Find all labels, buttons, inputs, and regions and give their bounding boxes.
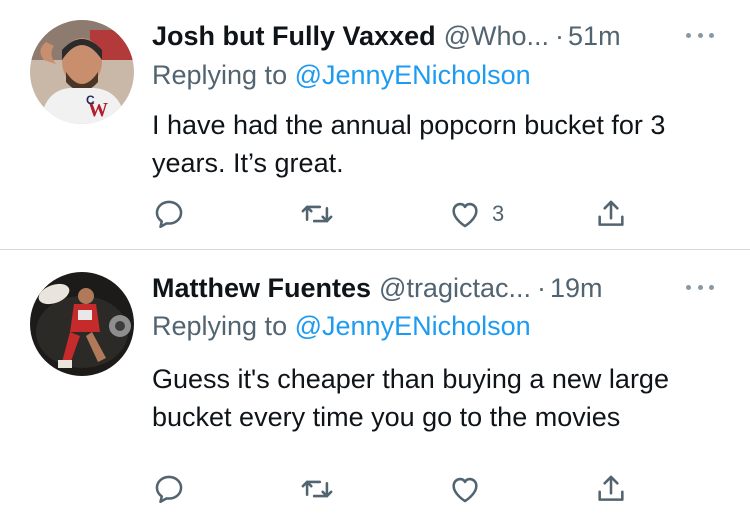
timestamp[interactable]: 51m [568,18,621,54]
share-button[interactable] [594,469,628,509]
like-button[interactable]: 3 [448,194,504,234]
svg-text:C: C [86,93,95,107]
replying-prefix: Replying to [152,60,288,90]
reply-button[interactable] [152,469,186,509]
tweet-header: Josh but Fully Vaxxed @Who... · 51m [152,18,714,54]
retweet-button[interactable] [300,194,334,234]
reply-button[interactable] [152,194,186,234]
author-name[interactable]: Matthew Fuentes [152,270,371,306]
author-handle[interactable]: @Who... [444,18,549,54]
reply-icon [155,475,183,504]
like-count: 3 [492,201,505,226]
more-icon[interactable] [686,20,714,50]
replying-prefix: Replying to [152,311,288,341]
tweet[interactable]: Matthew Fuentes @tragictac... · 19m Repl… [0,250,750,527]
like-icon [452,202,478,228]
mention-link[interactable]: @JennyENicholson [295,311,531,341]
author-handle[interactable]: @tragictac... [379,270,531,306]
share-button[interactable] [594,194,628,234]
action-bar: 3 [152,194,632,234]
retweet-icon [301,480,333,498]
replying-to: Replying to @JennyENicholson [152,308,531,344]
retweet-button[interactable] [300,469,334,509]
reply-icon [155,200,183,229]
like-button[interactable] [448,469,492,509]
action-bar [152,469,632,509]
tweet-header: Matthew Fuentes @tragictac... · 19m [152,270,714,306]
avatar[interactable] [30,272,134,376]
more-icon[interactable] [686,272,714,302]
retweet-icon [301,205,333,223]
separator-dot: · [537,273,546,303]
avatar[interactable]: W C [30,20,134,124]
share-icon [598,475,624,501]
share-icon [598,200,624,226]
replying-to: Replying to @JennyENicholson [152,57,531,93]
author-name[interactable]: Josh but Fully Vaxxed [152,18,436,54]
tweet-text: I have had the annual popcorn bucket for… [152,110,666,178]
tweet-text: Guess it's cheaper than buying a new lar… [152,364,669,432]
tweet[interactable]: W C Josh but Fully Vaxxed @Who... · 51m … [0,0,750,250]
like-icon [452,477,478,503]
timestamp[interactable]: 19m [550,270,603,306]
separator-dot: · [555,21,565,51]
mention-link[interactable]: @JennyENicholson [295,60,531,90]
